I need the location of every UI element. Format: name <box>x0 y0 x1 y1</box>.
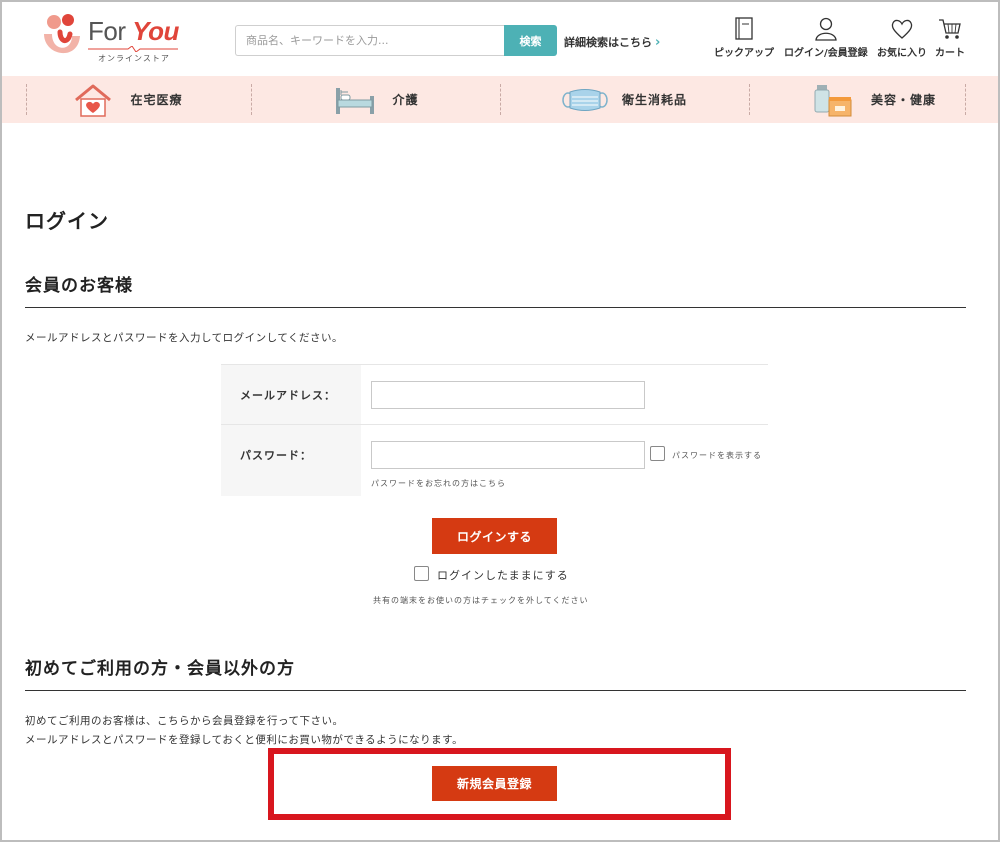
nav-favorites[interactable]: お気に入り <box>877 16 927 59</box>
password-row: パスワード： パスワードを表示する パスワードをお忘れの方はこちら <box>221 425 768 496</box>
bed-icon <box>336 87 375 114</box>
keep-logged-in-label[interactable]: ログインしたままにする <box>437 567 569 583</box>
section-divider <box>25 307 966 308</box>
forgot-password-link[interactable]: パスワードをお忘れの方はこちら <box>371 478 506 489</box>
category-label: 介護 <box>392 93 419 107</box>
search-button[interactable]: 検索 <box>504 25 557 56</box>
logo-underline-icon <box>88 46 178 52</box>
password-field[interactable] <box>371 441 645 469</box>
chevron-right-icon: › <box>655 35 661 50</box>
advanced-search-link[interactable]: 詳細検索はこちら › <box>564 34 660 50</box>
user-icon <box>815 17 837 41</box>
site-header: For You オンラインストア 検索 詳細検索はこちら› ピックアップ ログイ… <box>2 2 998 76</box>
show-password-label[interactable]: パスワードを表示する <box>672 450 762 461</box>
category-hygiene-supplies[interactable]: 衛生消耗品 <box>500 76 749 123</box>
guest-description: 初めてご利用のお客様は、こちらから会員登録を行って下さい。 メールアドレスとパス… <box>25 712 463 750</box>
nav-login-register[interactable]: ログイン/会員登録 <box>784 16 868 59</box>
page-title: ログイン <box>25 209 109 233</box>
category-label: 在宅医療 <box>130 93 183 107</box>
search-input[interactable] <box>235 25 505 56</box>
show-password-checkbox[interactable] <box>650 446 665 461</box>
guest-section-title: 初めてご利用の方・会員以外の方 <box>25 659 295 679</box>
logo-wordmark: For You <box>88 16 179 46</box>
email-label: メールアドレス： <box>221 365 361 424</box>
member-section-title: 会員のお客様 <box>25 276 133 296</box>
shared-device-note: 共有の端末をお使いの方はチェックを外してください <box>373 596 589 605</box>
nav-cart[interactable]: カート <box>935 16 965 59</box>
login-button[interactable]: ログインする <box>432 518 557 554</box>
category-bar: 在宅医療 介護 衛生消耗品 美容・健康 <box>2 76 998 123</box>
cart-icon <box>939 19 961 39</box>
nav-label: ピックアップ <box>714 48 774 59</box>
site-logo[interactable]: For You オンラインストア <box>38 10 188 70</box>
logo-subtitle: オンラインストア <box>98 54 170 63</box>
mask-icon <box>562 88 608 111</box>
bottle-box-icon <box>814 84 852 116</box>
password-label: パスワード： <box>221 425 361 496</box>
category-nursing-care[interactable]: 介護 <box>251 76 500 123</box>
category-home-medical[interactable]: 在宅医療 <box>2 76 251 123</box>
section-divider <box>25 690 966 691</box>
email-field[interactable] <box>371 381 645 409</box>
house-heart-icon <box>75 84 112 117</box>
nav-label: カート <box>935 48 965 59</box>
heart-icon <box>891 19 913 39</box>
advanced-search-label: 詳細検索はこちら <box>564 36 652 49</box>
login-instructions: メールアドレスとパスワードを入力してログインしてください。 <box>25 332 344 344</box>
register-button[interactable]: 新規会員登録 <box>432 766 557 801</box>
login-form: メールアドレス： パスワード： パスワードを表示する パスワードをお忘れの方はこ… <box>221 364 768 496</box>
category-label: 美容・健康 <box>870 93 936 107</box>
logo-mark-icon <box>44 14 80 54</box>
nav-label: ログイン/会員登録 <box>784 48 868 59</box>
category-beauty-health[interactable]: 美容・健康 <box>749 76 998 123</box>
email-row: メールアドレス： <box>221 365 768 425</box>
category-label: 衛生消耗品 <box>621 93 687 107</box>
nav-label: お気に入り <box>877 48 927 59</box>
guest-description-line: 初めてご利用のお客様は、こちらから会員登録を行って下さい。 <box>25 715 344 727</box>
book-icon <box>735 17 753 40</box>
nav-pickup[interactable]: ピックアップ <box>714 16 774 59</box>
keep-logged-in-checkbox[interactable] <box>414 566 429 581</box>
